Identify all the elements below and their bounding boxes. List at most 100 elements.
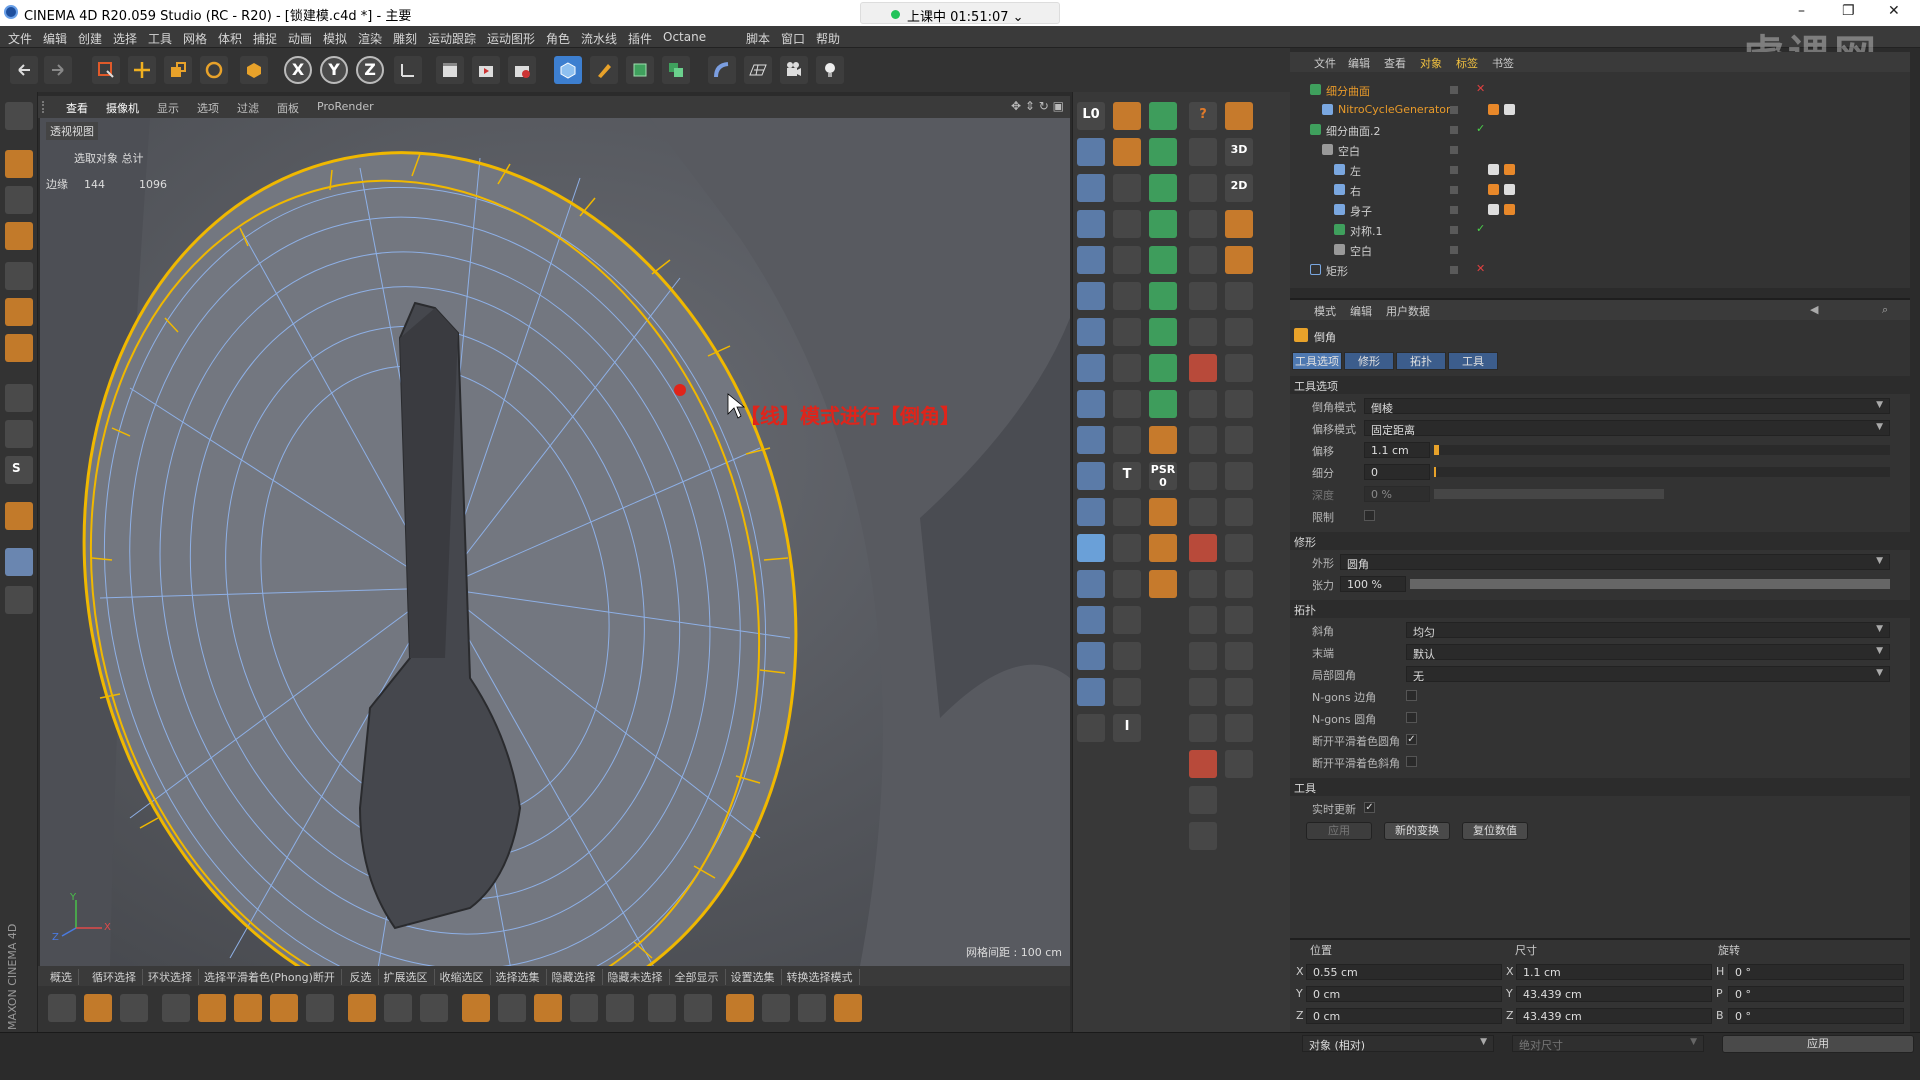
viewport-menu-item[interactable]: 过滤 bbox=[237, 100, 259, 116]
attr-menu-userdata[interactable]: 用户数据 bbox=[1386, 303, 1430, 319]
axis-mode-button[interactable] bbox=[5, 384, 33, 412]
visibility-dot-icon[interactable] bbox=[1450, 206, 1458, 214]
visibility-dot-icon[interactable] bbox=[1450, 166, 1458, 174]
menu-item[interactable]: 流水线 bbox=[581, 30, 617, 47]
depth-slider[interactable] bbox=[1434, 489, 1664, 499]
tube-object-button[interactable] bbox=[1077, 498, 1105, 526]
z-axis-lock-button[interactable]: Z bbox=[356, 56, 384, 84]
texture-tool-button[interactable] bbox=[834, 994, 862, 1022]
visibility-dot-icon[interactable] bbox=[1450, 186, 1458, 194]
spline-wrap-button[interactable] bbox=[1225, 642, 1253, 670]
help-tool-button[interactable]: ? bbox=[1189, 102, 1217, 130]
selection-bar-item[interactable]: 环状选择 bbox=[148, 969, 199, 985]
viewport-menu-item[interactable]: 摄像机 bbox=[106, 100, 139, 116]
workplane-button[interactable] bbox=[5, 548, 33, 576]
optimize-button[interactable] bbox=[762, 994, 790, 1022]
realtime-checkbox[interactable]: ✓ bbox=[1364, 802, 1375, 813]
solo-button[interactable]: S bbox=[5, 456, 33, 484]
box-mode-button[interactable] bbox=[1189, 390, 1217, 418]
point-grid-4-button[interactable] bbox=[1189, 606, 1217, 634]
psr-button[interactable]: PSR 0 bbox=[1149, 462, 1177, 490]
bezier-object-button[interactable] bbox=[1149, 282, 1177, 310]
cube-button[interactable] bbox=[554, 56, 582, 84]
boole-object-button[interactable] bbox=[1149, 390, 1177, 418]
oiltank-object-button[interactable] bbox=[1077, 462, 1105, 490]
live-selection-button[interactable] bbox=[92, 56, 120, 84]
tab-shaping[interactable]: 修形 bbox=[1344, 352, 1394, 370]
grow-selection-button[interactable] bbox=[1189, 282, 1217, 310]
tension-slider[interactable] bbox=[1410, 579, 1890, 589]
enable-toggle[interactable]: ✓ bbox=[1476, 222, 1485, 235]
rotation-p-field[interactable]: 0 ° bbox=[1728, 986, 1904, 1002]
loft-object-button[interactable] bbox=[1149, 210, 1177, 238]
menu-item[interactable]: 体积 bbox=[218, 30, 242, 47]
selection-bar-item[interactable]: 选择平滑着色(Phong)断开 bbox=[204, 969, 342, 985]
atom-array-button[interactable] bbox=[1149, 354, 1177, 382]
polygon-clear-button[interactable] bbox=[1189, 750, 1217, 778]
viewport-menu-item[interactable]: 面板 bbox=[277, 100, 299, 116]
vectorizer-button[interactable] bbox=[1113, 498, 1141, 526]
sweep-object-button[interactable] bbox=[1149, 246, 1177, 274]
measure-button[interactable] bbox=[1077, 714, 1105, 742]
brush-button[interactable] bbox=[84, 994, 112, 1022]
circle-spline-button[interactable] bbox=[1113, 282, 1141, 310]
redo-button[interactable] bbox=[44, 56, 72, 84]
x-axis-lock-button[interactable]: X bbox=[284, 56, 312, 84]
loop-select-button[interactable] bbox=[1189, 318, 1217, 346]
subdivision-input[interactable]: 0 bbox=[1364, 464, 1430, 480]
arc-spline-button[interactable] bbox=[1113, 246, 1141, 274]
position-y-field[interactable]: 0 cm bbox=[1306, 986, 1502, 1002]
polygon-object-button[interactable] bbox=[1077, 318, 1105, 346]
mograph-button[interactable] bbox=[1225, 462, 1253, 490]
perspective-viewport[interactable]: 透视视图 选取对象 总计 边缘 144 1096 【线】模式进行【倒角】 Y X Z… bbox=[40, 118, 1070, 966]
cone-object-button[interactable] bbox=[1077, 174, 1105, 202]
point-grid-3-button[interactable] bbox=[1189, 570, 1217, 598]
enable-toggle[interactable]: ✕ bbox=[1476, 262, 1485, 275]
floor-button[interactable] bbox=[744, 56, 772, 84]
bend-deformer-button[interactable] bbox=[1149, 498, 1177, 526]
inner-extrude-button[interactable] bbox=[534, 994, 562, 1022]
stop-button[interactable] bbox=[1189, 426, 1217, 454]
subdivision-surface-object-button[interactable] bbox=[1149, 102, 1177, 130]
offset-slider[interactable] bbox=[1434, 445, 1890, 455]
attr-menu-mode[interactable]: 模式 bbox=[1314, 303, 1336, 319]
object-row[interactable]: NitroCycleGenerator bbox=[1290, 100, 1910, 120]
size-z-field[interactable]: 43.439 cm bbox=[1516, 1008, 1712, 1024]
viewport-menu-item[interactable]: ProRender bbox=[317, 100, 374, 113]
partial-dropdown[interactable]: 无 ▼ bbox=[1406, 666, 1890, 683]
rect-select-button[interactable] bbox=[1189, 174, 1217, 202]
selection-bar-item[interactable]: 转换选择模式 bbox=[787, 969, 860, 985]
undo-button[interactable] bbox=[10, 56, 38, 84]
menu-item[interactable]: 动画 bbox=[288, 30, 312, 47]
object-row[interactable]: 左 bbox=[1290, 160, 1910, 180]
extrude-object-button[interactable] bbox=[1149, 138, 1177, 166]
menu-item[interactable]: 捕捉 bbox=[253, 30, 277, 47]
miter-dropdown[interactable]: 均匀 ▼ bbox=[1406, 622, 1890, 639]
four-side-spline-button[interactable] bbox=[1113, 534, 1141, 562]
render-picture-viewer-button[interactable] bbox=[472, 56, 500, 84]
point-grid-6-button[interactable] bbox=[1189, 678, 1217, 706]
edges-mode-button[interactable] bbox=[5, 298, 33, 326]
magnet-palette-button[interactable] bbox=[1225, 102, 1253, 130]
cube-object-button[interactable] bbox=[1077, 138, 1105, 166]
point-grid-button[interactable] bbox=[798, 994, 826, 1022]
ngons-corner-checkbox[interactable] bbox=[1406, 690, 1417, 701]
enable-toggle[interactable]: ✕ bbox=[1476, 82, 1485, 95]
om-menu-edit[interactable]: 编辑 bbox=[1348, 55, 1370, 71]
visibility-dot-icon[interactable] bbox=[1450, 226, 1458, 234]
offset-mode-dropdown[interactable]: 固定距离 ▼ bbox=[1364, 420, 1890, 437]
relief-object-button[interactable] bbox=[1077, 678, 1105, 706]
om-menu-view[interactable]: 查看 bbox=[1384, 55, 1406, 71]
subdivision-surface-button[interactable] bbox=[626, 56, 654, 84]
apply-button[interactable]: 应用 bbox=[1306, 822, 1372, 840]
torus-object-button[interactable] bbox=[1077, 390, 1105, 418]
null-object-button[interactable]: L0 bbox=[1077, 102, 1105, 130]
points-mode-button[interactable] bbox=[5, 262, 33, 290]
menu-item[interactable]: 工具 bbox=[148, 30, 172, 47]
position-x-field[interactable]: 0.55 cm bbox=[1306, 964, 1502, 980]
point-grid-7-button[interactable] bbox=[1189, 714, 1217, 742]
rectangle-spline-button[interactable] bbox=[1113, 390, 1141, 418]
om-menu-file[interactable]: 文件 bbox=[1314, 55, 1336, 71]
visibility-dot-icon[interactable] bbox=[1450, 246, 1458, 254]
poly-select-button[interactable] bbox=[1189, 246, 1217, 274]
